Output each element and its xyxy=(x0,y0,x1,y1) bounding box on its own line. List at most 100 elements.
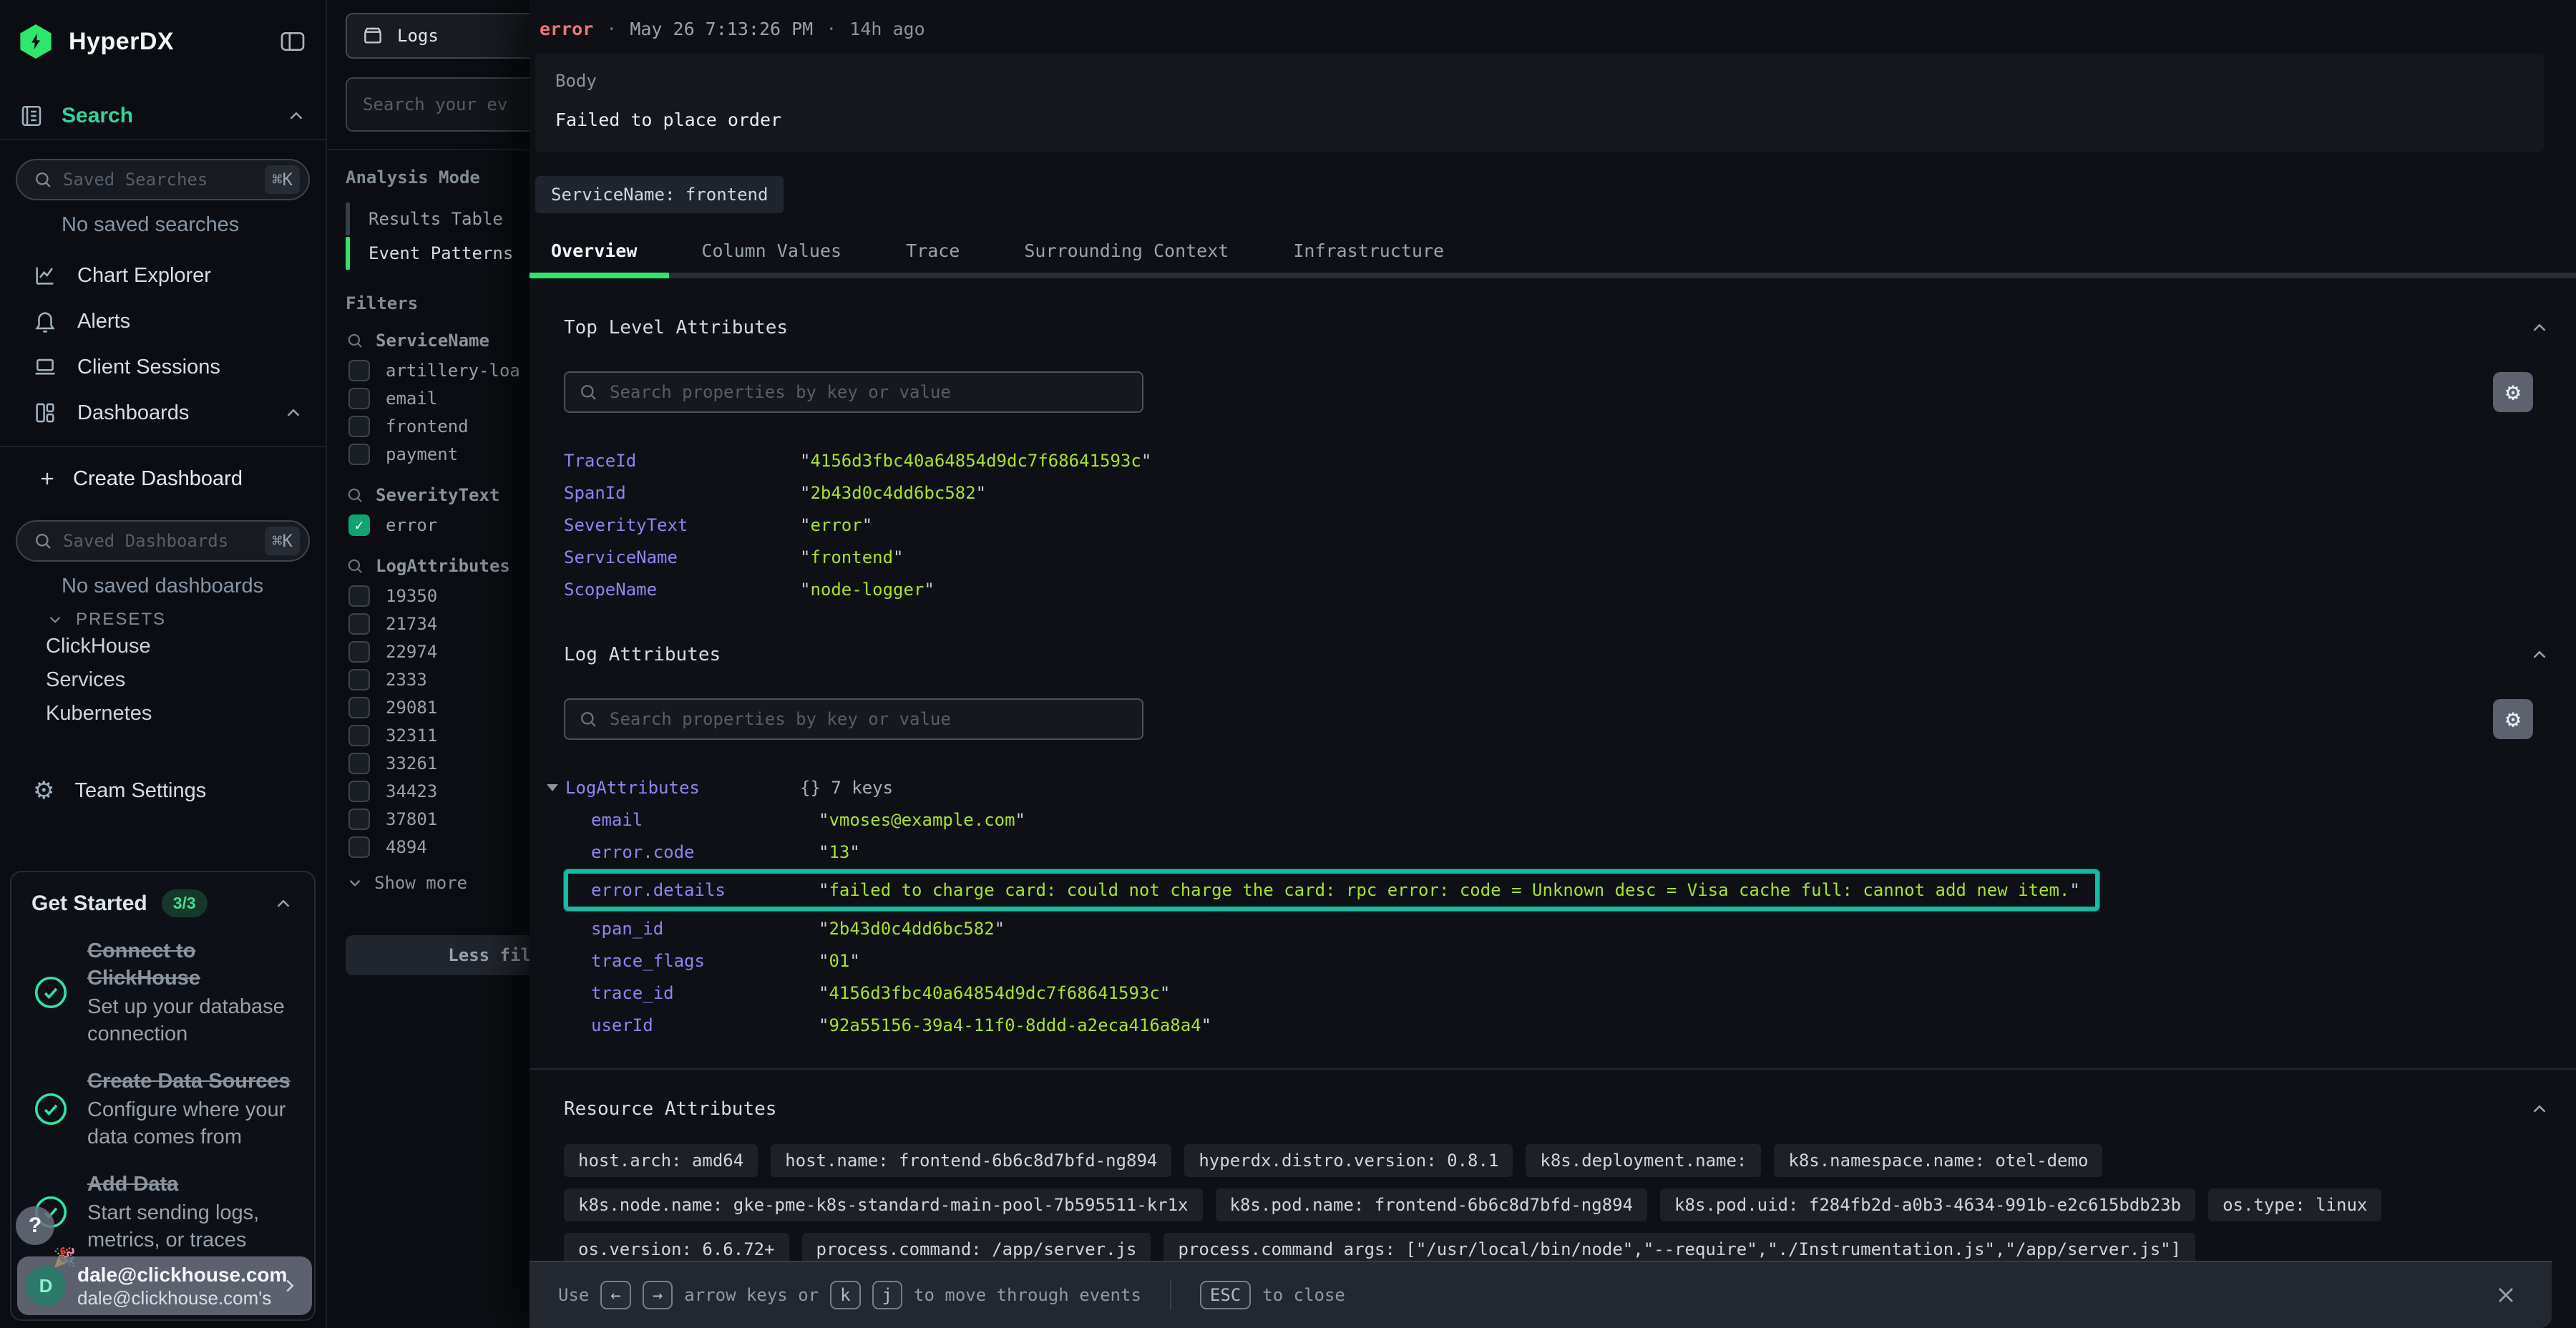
settings-button[interactable]: ⚙ xyxy=(2493,372,2533,412)
property-search-box[interactable] xyxy=(564,371,1143,413)
attribute-row[interactable]: userId92a55156-39a4-11f0-8ddd-a2eca416a8… xyxy=(564,1009,2555,1041)
sidebar-item-alerts[interactable]: Alerts xyxy=(0,298,326,344)
tab-column-values[interactable]: Column Values xyxy=(680,229,863,273)
attribute-key[interactable]: SeverityText xyxy=(564,515,800,535)
attribute-row[interactable]: SpanId2b43d0c4dd6bc582 xyxy=(564,477,2555,509)
preset-services[interactable]: Services xyxy=(0,663,326,697)
checkbox-checked[interactable] xyxy=(348,514,370,536)
attribute-key[interactable]: trace_flags xyxy=(591,951,819,971)
chevron-up-icon[interactable] xyxy=(283,402,304,424)
nav-search[interactable]: Search xyxy=(19,103,307,129)
resource-chip[interactable]: hyperdx.distro.version: 0.8.1 xyxy=(1184,1144,1513,1177)
tab-overview[interactable]: Overview xyxy=(530,229,658,273)
service-tag[interactable]: ServiceName: frontend xyxy=(535,176,784,213)
attribute-row[interactable]: ServiceNamefrontend xyxy=(564,541,2555,573)
tab-trace[interactable]: Trace xyxy=(884,229,981,273)
resource-chip[interactable]: k8s.pod.name: frontend-6b6c8d7bfd-ng894 xyxy=(1216,1188,1648,1221)
attribute-row[interactable]: error.detailsfailed to charge card: coul… xyxy=(591,880,2080,900)
attribute-row[interactable]: SeverityTexterror xyxy=(564,509,2555,541)
checkbox[interactable] xyxy=(348,388,370,409)
attribute-row[interactable]: error.code13 xyxy=(564,836,2555,868)
resource-chip[interactable]: k8s.node.name: gke-pme-k8s-standard-main… xyxy=(564,1188,1203,1221)
collapse-section-icon[interactable] xyxy=(2529,1098,2550,1120)
checkbox[interactable] xyxy=(348,669,370,690)
saved-searches-field[interactable] xyxy=(63,170,255,190)
attribute-value[interactable]: 01 xyxy=(819,951,860,971)
resource-chip[interactable]: k8s.namespace.name: otel-demo xyxy=(1774,1144,2102,1177)
resource-chip[interactable]: os.type: linux xyxy=(2208,1188,2381,1221)
resource-chip[interactable]: k8s.pod.uid: f284fb2d-a0b3-4634-991b-e2c… xyxy=(1660,1188,2195,1221)
collapse-section-icon[interactable] xyxy=(2529,644,2550,665)
attribute-key[interactable]: ScopeName xyxy=(564,580,800,600)
settings-button[interactable]: ⚙ xyxy=(2493,699,2533,739)
tab-infrastructure[interactable]: Infrastructure xyxy=(1272,229,1465,273)
chevron-up-icon[interactable] xyxy=(273,893,294,914)
get-started-step[interactable]: Create Data Sources Configure where your… xyxy=(31,1068,294,1151)
help-button[interactable]: ? xyxy=(16,1206,54,1245)
sidebar-item-dashboards[interactable]: Dashboards xyxy=(0,390,326,436)
checkbox[interactable] xyxy=(348,697,370,718)
checkbox[interactable] xyxy=(348,613,370,635)
attribute-value[interactable]: 4156d3fbc40a64854d9dc7f68641593c xyxy=(800,451,1151,471)
attribute-key[interactable]: trace_id xyxy=(591,983,819,1003)
get-started-step[interactable]: Add Data Start sending logs, metrics, or… xyxy=(31,1171,294,1254)
checkbox[interactable] xyxy=(348,444,370,465)
sidebar-item-chart-explorer[interactable]: Chart Explorer xyxy=(0,253,326,298)
preset-kubernetes[interactable]: Kubernetes xyxy=(0,697,326,731)
attribute-value[interactable]: node-logger xyxy=(800,580,935,600)
saved-searches-input[interactable]: ⌘K xyxy=(16,159,310,200)
property-search-box[interactable] xyxy=(564,698,1143,740)
checkbox[interactable] xyxy=(348,360,370,381)
attribute-row[interactable]: ScopeNamenode-logger xyxy=(564,573,2555,605)
create-dashboard-button[interactable]: Create Dashboard xyxy=(0,456,326,502)
hyperdx-logo[interactable]: HyperDX xyxy=(19,24,174,59)
attribute-value[interactable]: 2b43d0c4dd6bc582 xyxy=(800,483,986,503)
collapse-section-icon[interactable] xyxy=(2529,317,2550,338)
attribute-value[interactable]: failed to charge card: could not charge … xyxy=(819,880,2080,900)
attribute-key[interactable]: LogAttributes xyxy=(565,778,700,798)
checkbox[interactable] xyxy=(348,585,370,607)
attribute-key[interactable]: userId xyxy=(591,1015,819,1035)
attribute-key[interactable]: error.details xyxy=(591,880,819,900)
search-icon[interactable] xyxy=(346,331,364,350)
chevron-up-icon[interactable] xyxy=(286,105,307,127)
saved-dashboards-input[interactable]: ⌘K xyxy=(16,520,310,562)
tab-surrounding-context[interactable]: Surrounding Context xyxy=(1002,229,1250,273)
sidebar-item-client-sessions[interactable]: Client Sessions xyxy=(0,344,326,390)
checkbox[interactable] xyxy=(348,781,370,802)
checkbox[interactable] xyxy=(348,753,370,774)
attribute-value[interactable]: vmoses@example.com xyxy=(819,810,1025,830)
attribute-value[interactable]: frontend xyxy=(800,547,904,567)
checkbox[interactable] xyxy=(348,641,370,663)
attribute-key[interactable]: TraceId xyxy=(564,451,800,471)
checkbox[interactable] xyxy=(348,836,370,858)
close-icon[interactable] xyxy=(2493,1282,2519,1308)
highlighted-attribute-row[interactable]: error.detailsfailed to charge card: coul… xyxy=(564,869,2099,911)
attribute-row[interactable]: TraceId4156d3fbc40a64854d9dc7f68641593c xyxy=(564,444,2555,477)
attribute-row[interactable]: trace_flags01 xyxy=(564,944,2555,977)
resource-chip[interactable]: host.arch: amd64 xyxy=(564,1144,758,1177)
preset-clickhouse[interactable]: ClickHouse xyxy=(0,630,326,663)
collapse-sidebar-icon[interactable] xyxy=(278,27,307,56)
attribute-key[interactable]: email xyxy=(591,810,819,830)
attribute-key[interactable]: error.code xyxy=(591,842,819,862)
attribute-key[interactable]: span_id xyxy=(591,919,819,939)
attribute-row[interactable]: span_id2b43d0c4dd6bc582 xyxy=(564,912,2555,944)
user-menu[interactable]: D dale@clickhouse.com dale@clickhouse.co… xyxy=(17,1256,312,1315)
attribute-row[interactable]: trace_id4156d3fbc40a64854d9dc7f68641593c xyxy=(564,977,2555,1009)
checkbox[interactable] xyxy=(348,725,370,746)
property-search-input[interactable] xyxy=(610,382,1129,402)
search-icon[interactable] xyxy=(346,557,364,575)
attribute-value[interactable]: 2b43d0c4dd6bc582 xyxy=(819,919,1005,939)
property-search-input[interactable] xyxy=(610,709,1129,729)
checkbox[interactable] xyxy=(348,416,370,437)
search-icon[interactable] xyxy=(346,486,364,504)
attribute-value[interactable]: error xyxy=(800,515,872,535)
saved-dashboards-field[interactable] xyxy=(63,531,255,551)
attribute-key[interactable]: SpanId xyxy=(564,483,800,503)
get-started-step[interactable]: Connect to ClickHouse Set up your databa… xyxy=(31,937,294,1048)
resource-chip[interactable]: host.name: frontend-6b6c8d7bfd-ng894 xyxy=(771,1144,1171,1177)
sidebar-item-team-settings[interactable]: ⚙ Team Settings xyxy=(0,768,326,814)
attribute-value[interactable]: 4156d3fbc40a64854d9dc7f68641593c xyxy=(819,983,1170,1003)
attribute-tree-root[interactable]: LogAttributes {} 7 keys xyxy=(564,771,2555,804)
